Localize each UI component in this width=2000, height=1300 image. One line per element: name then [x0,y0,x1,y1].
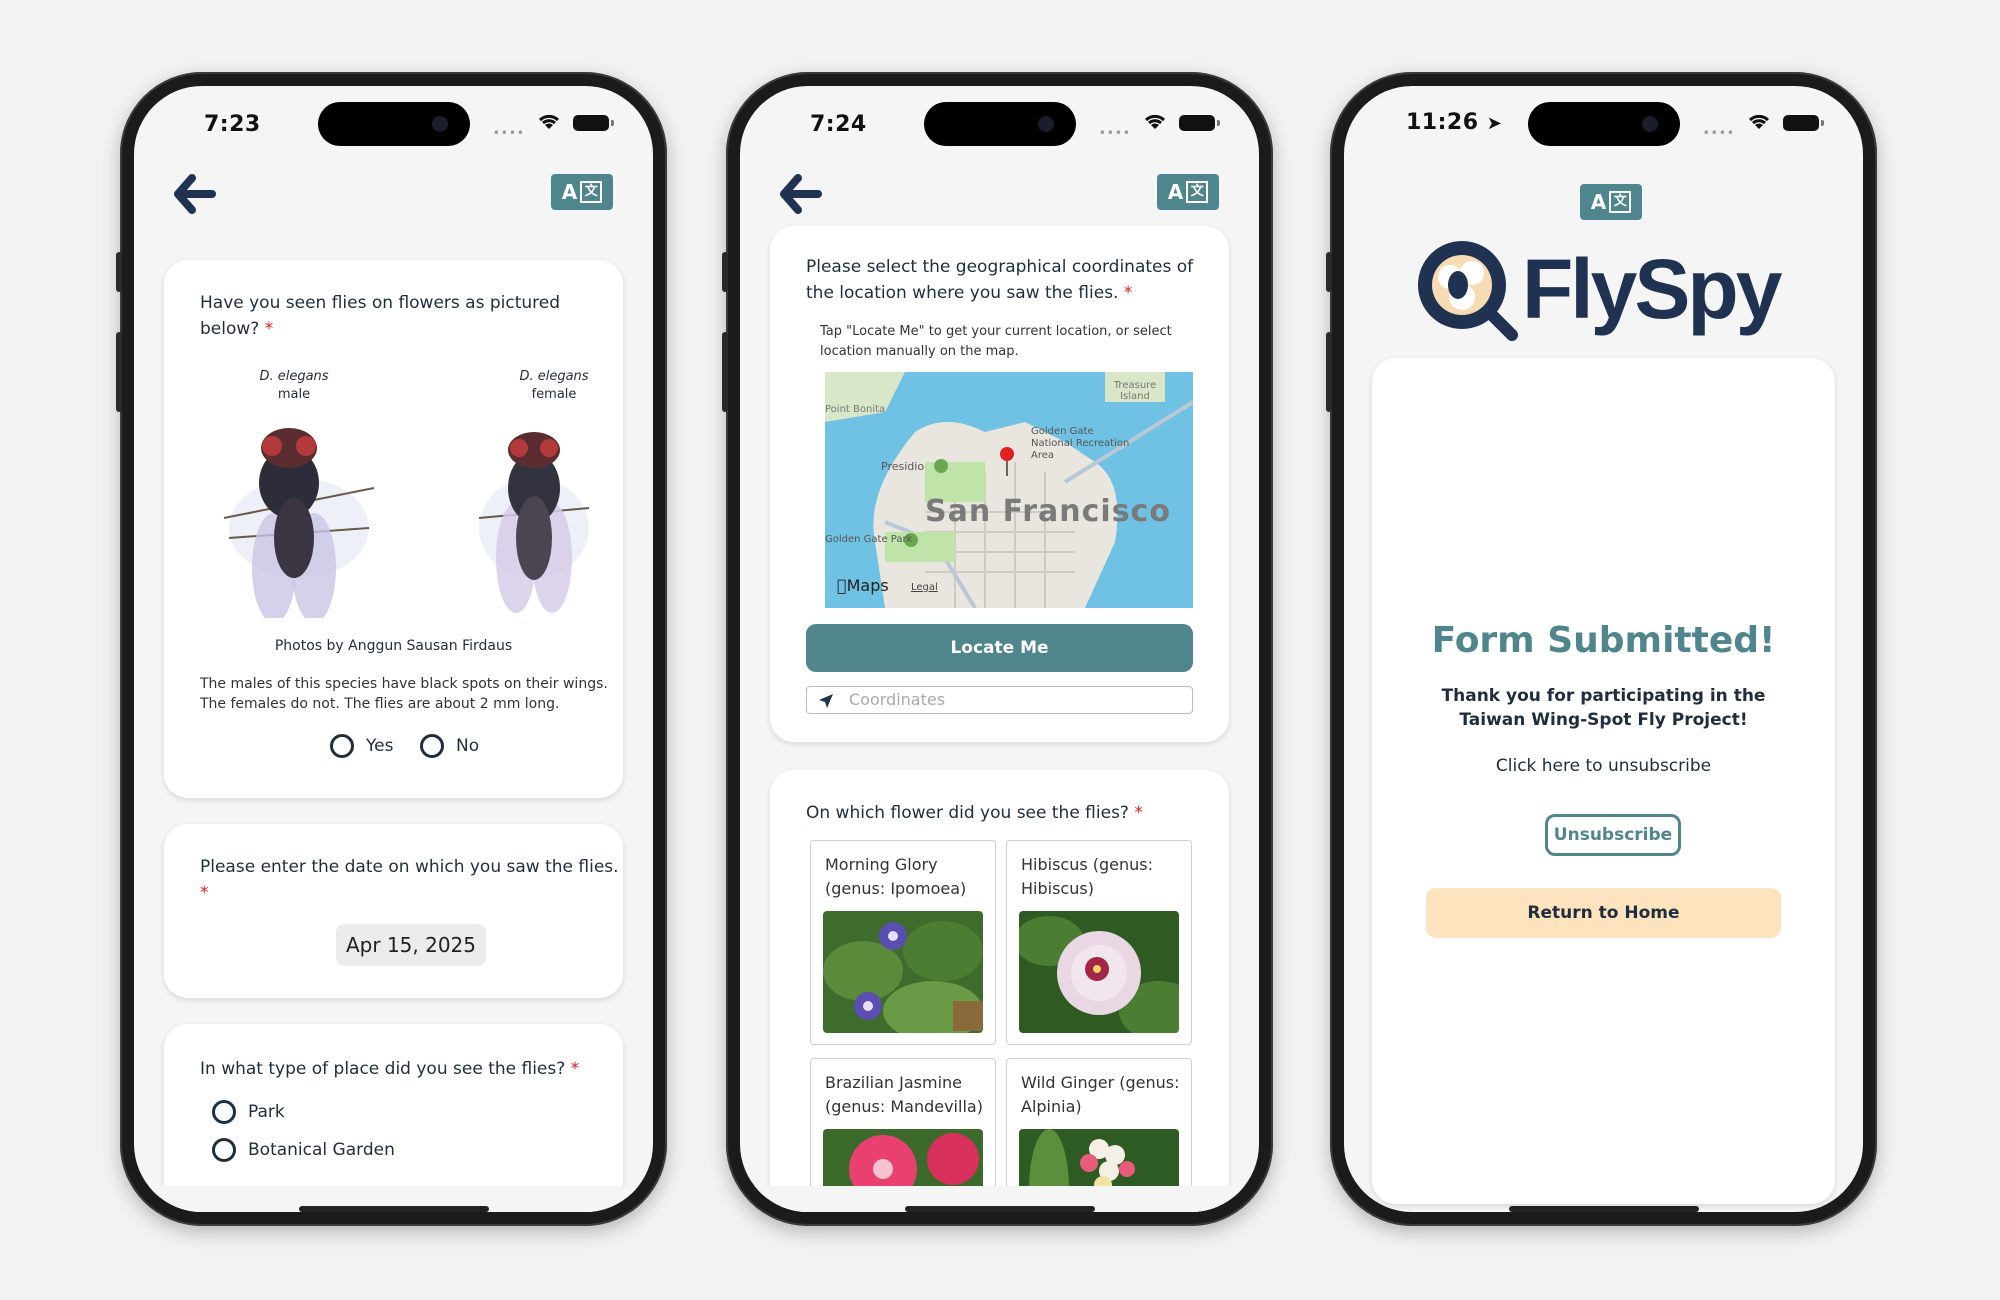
question-text: On which flower did you see the flies? * [806,803,1143,823]
status-bar: 7:24 •••• [740,86,1259,156]
question-card-location: Please select the geographical coordinat… [770,226,1229,742]
location-services-icon: ➤ [1486,113,1503,134]
fly-female-caption: D. elegans female [519,369,589,402]
back-arrow-icon[interactable] [778,172,822,216]
translate-button[interactable]: A文 [1580,184,1642,220]
map-label: Treasure Island [1113,380,1157,402]
morning-glory-image [823,911,983,1033]
side-button [1326,332,1332,412]
translate-icon: 文 [1609,191,1632,213]
dynamic-island [923,102,1076,146]
question-card-place-type: In what type of place did you see the fl… [164,1024,623,1212]
phone-frame-2: 7:24 •••• A文 Please select the geographi… [722,72,1273,1226]
unsubscribe-button[interactable]: Unsubscribe [1545,814,1681,856]
radio-circle[interactable] [212,1138,236,1162]
clock: 11:26 ➤ [1406,110,1503,135]
fly-male-caption: D. elegans male [259,369,329,402]
map-view[interactable]: San Francisco Treasure Island Golden Gat… [825,372,1193,608]
battery-icon [1179,115,1220,131]
question-text: Have you seen flies on flowers as pictur… [200,293,561,339]
flower-option-morning-glory[interactable]: Morning Glory (genus: Ipomoea) [810,840,996,1045]
date-picker[interactable]: Apr 15, 2025 [336,924,486,966]
side-button [722,252,728,292]
battery-icon [1783,115,1824,131]
flyspy-logo-text: FlySpy [1522,241,1782,336]
radio-circle[interactable] [420,734,444,758]
map-label: Presidio [881,460,925,473]
radio-circle[interactable] [212,1100,236,1124]
translate-icon: 文 [580,181,603,203]
translate-button[interactable]: A文 [551,174,613,210]
wifi-icon [1144,114,1166,129]
signal-icon: •••• [1702,126,1735,140]
side-button [1326,252,1332,292]
flyspy-logo: FlySpy [1414,234,1814,344]
hibiscus-image [1019,911,1179,1033]
clock: 7:23 [204,112,261,137]
translate-button[interactable]: A文 [1157,174,1219,210]
submission-card: Form Submitted! Thank you for participat… [1372,358,1835,1204]
radio-botanical-garden[interactable]: Botanical Garden [212,1138,395,1162]
radio-circle[interactable] [330,734,354,758]
status-bar: 7:23 •••• [134,86,653,156]
map-label: Golden Gate National Recreation Area [1031,426,1130,461]
phone-screen: 7:23 •••• A文 Have you seen flies on flow… [134,86,653,1212]
phone-frame-3: 11:26 ➤ •••• A文 FlySpy Form Submitted! T… [1326,72,1877,1226]
signal-icon: •••• [492,126,525,140]
dynamic-island [1527,102,1680,146]
phone-screen: 7:24 •••• A文 Please select the geographi… [740,86,1259,1212]
home-indicator[interactable] [1508,1206,1699,1212]
dynamic-island [317,102,470,146]
phone-screen: 11:26 ➤ •••• A文 FlySpy Form Submitted! T… [1344,86,1863,1212]
question-card-flower: On which flower did you see the flies? *… [770,770,1229,1212]
coordinates-input[interactable]: Coordinates [806,686,1193,714]
phone-frame-1: 7:23 •••• A文 Have you seen flies on flow… [116,72,667,1226]
radio-no[interactable]: No [420,734,479,758]
female-fly-image [478,432,590,613]
clock: 7:24 [810,112,867,137]
unsubscribe-prompt: Click here to unsubscribe [1495,756,1712,776]
maps-brand: Maps [837,576,889,595]
form-submitted-title: Form Submitted! [1431,620,1776,661]
side-button [116,252,122,292]
question-text: In what type of place did you see the fl… [200,1059,580,1079]
wifi-icon [1748,114,1770,129]
map-legal-link[interactable]: Legal [911,582,938,593]
male-fly-image [223,428,375,618]
return-home-button[interactable]: Return to Home [1426,888,1781,938]
side-button [116,332,122,412]
thank-you-message: Thank you for participating in the Taiwa… [1441,686,1766,730]
locate-me-button[interactable]: Locate Me [806,624,1193,672]
translate-icon: 文 [1186,181,1209,203]
question-text: Please enter the date on which you saw t… [200,857,619,903]
question-card-fly-sighting: Have you seen flies on flowers as pictur… [164,260,623,798]
map-city-label: San Francisco [925,494,1171,529]
fly-description: The males of this species have black spo… [200,676,608,712]
wifi-icon [538,114,560,129]
flyspy-magnifier-icon [1418,241,1518,341]
location-hint: Tap "Locate Me" to get your current loca… [820,324,1172,359]
battery-icon [573,115,614,131]
location-arrow-icon [819,694,833,708]
home-indicator[interactable] [904,1206,1095,1212]
question-text: Please select the geographical coordinat… [806,257,1194,303]
back-arrow-icon[interactable] [172,172,216,216]
radio-park[interactable]: Park [212,1100,285,1124]
flower-option-hibiscus[interactable]: Hibiscus (genus: Hibiscus) [1006,840,1192,1045]
question-card-date: Please enter the date on which you saw t… [164,824,623,998]
status-bar: 11:26 ➤ •••• [1344,86,1863,156]
home-indicator[interactable] [298,1206,489,1212]
signal-icon: •••• [1098,126,1131,140]
map-label: Point Bonita [825,404,886,415]
radio-yes[interactable]: Yes [330,734,393,758]
side-button [722,332,728,412]
photo-credit: Photos by Anggun Sausan Firdaus [274,638,513,654]
map-label: Golden Gate Park [825,534,913,545]
